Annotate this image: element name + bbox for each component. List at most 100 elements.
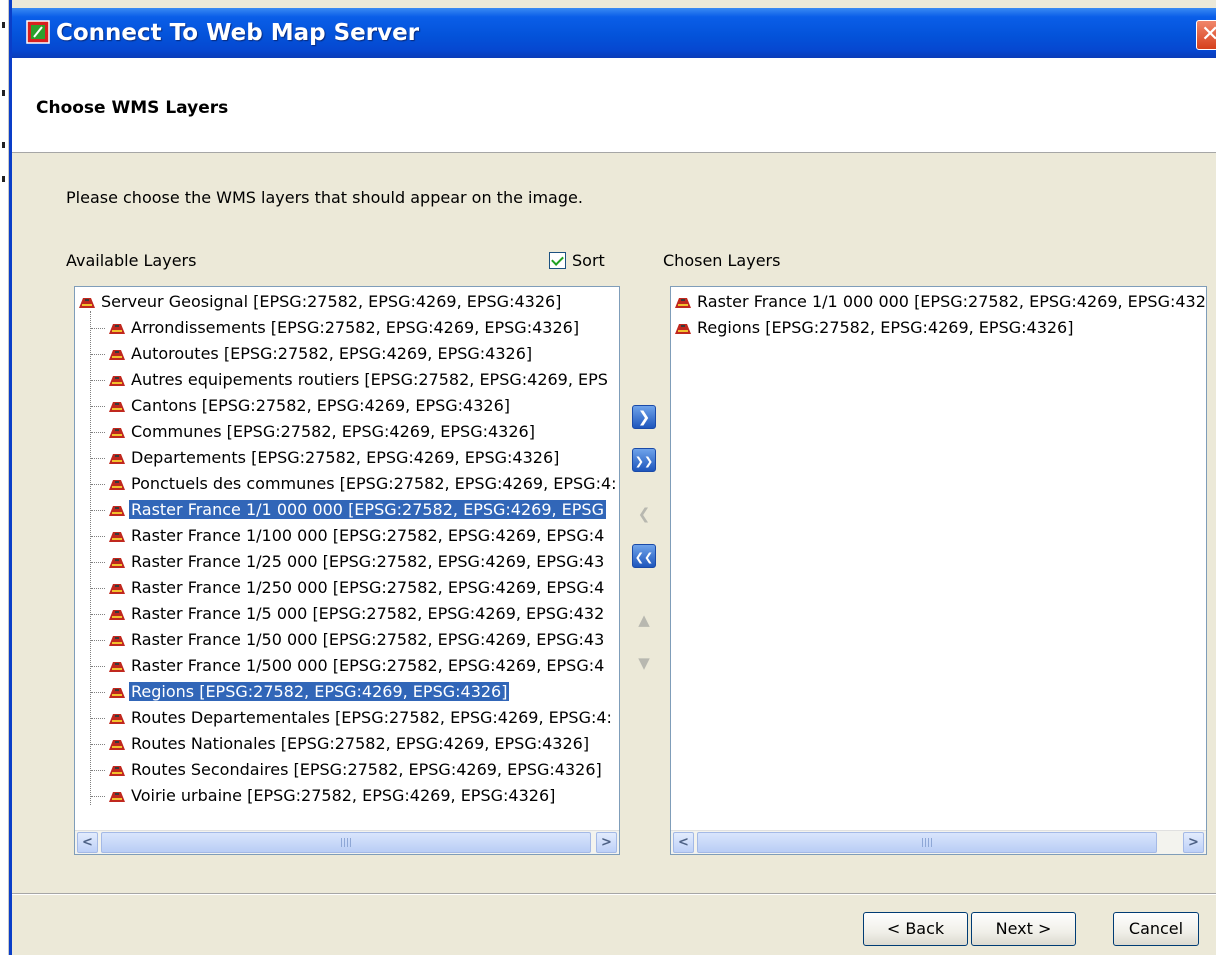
tree-item-label: Raster France 1/100 000 [EPSG:27582, EPS…	[131, 526, 605, 545]
wizard-header: Choose WMS Layers	[12, 58, 1216, 153]
tree-item[interactable]: Routes Secondaires [EPSG:27582, EPSG:426…	[107, 757, 604, 783]
list-item-label: Raster France 1/1 000 000 [EPSG:27582, E…	[697, 292, 1206, 311]
tree-item[interactable]: Routes Nationales [EPSG:27582, EPSG:4269…	[107, 731, 591, 757]
layer-icon	[109, 557, 125, 568]
move-all-right-icon: ❯❯	[634, 455, 654, 468]
tree-item-label: Raster France 1/1 000 000 [EPSG:27582, E…	[129, 500, 606, 519]
tree-item-label: Communes [EPSG:27582, EPSG:4269, EPSG:43…	[131, 422, 535, 441]
tree-item-label: Regions [EPSG:27582, EPSG:4269, EPSG:432…	[129, 682, 510, 701]
tree-item-label: Raster France 1/50 000 [EPSG:27582, EPSG…	[131, 630, 605, 649]
move-right-button[interactable]: ❯	[632, 405, 656, 429]
tree-item[interactable]: Raster France 1/100 000 [EPSG:27582, EPS…	[107, 523, 606, 549]
scrollbar-thumb[interactable]	[697, 832, 1157, 853]
tree-item[interactable]: Routes Departementales [EPSG:27582, EPSG…	[107, 705, 614, 731]
sort-label: Sort	[572, 251, 605, 270]
app-icon	[26, 20, 50, 44]
checkbox-checked-icon[interactable]	[549, 252, 566, 269]
sort-checkbox[interactable]: Sort	[549, 251, 605, 270]
scroll-left-button[interactable]: <	[673, 832, 694, 853]
move-left-icon: ❮	[637, 505, 651, 523]
horizontal-scrollbar[interactable]: < >	[671, 830, 1206, 854]
tree-item[interactable]: Raster France 1/250 000 [EPSG:27582, EPS…	[107, 575, 606, 601]
scroll-right-button[interactable]: >	[596, 832, 617, 853]
tree-item[interactable]: Raster France 1/5 000 [EPSG:27582, EPSG:…	[107, 601, 606, 627]
list-item[interactable]: Raster France 1/1 000 000 [EPSG:27582, E…	[673, 289, 1206, 315]
tree-item-label: Raster France 1/5 000 [EPSG:27582, EPSG:…	[131, 604, 605, 623]
tree-item-label: Departements [EPSG:27582, EPSG:4269, EPS…	[131, 448, 560, 467]
move-all-left-icon: ❮❮	[634, 551, 654, 564]
page-title: Choose WMS Layers	[36, 98, 229, 118]
tree-item-label: Voirie urbaine [EPSG:27582, EPSG:4269, E…	[131, 786, 556, 805]
move-up-icon: ▲	[638, 611, 650, 629]
layer-icon	[675, 297, 691, 308]
layer-icon	[109, 401, 125, 412]
move-left-button[interactable]: ❮	[632, 501, 656, 525]
chevron-right-icon: >	[601, 835, 612, 850]
tree-item[interactable]: Autres equipements routiers [EPSG:27582,…	[107, 367, 610, 393]
layer-icon	[109, 635, 125, 646]
tree-item[interactable]: Communes [EPSG:27582, EPSG:4269, EPSG:43…	[107, 419, 537, 445]
tree-item[interactable]: Raster France 1/1 000 000 [EPSG:27582, E…	[107, 497, 606, 523]
move-right-icon: ❯	[637, 408, 651, 426]
next-button[interactable]: Next >	[971, 912, 1076, 946]
layer-icon	[109, 739, 125, 750]
list-item-label: Regions [EPSG:27582, EPSG:4269, EPSG:432…	[697, 318, 1074, 337]
chosen-layers-list[interactable]: Raster France 1/1 000 000 [EPSG:27582, E…	[670, 286, 1207, 855]
horizontal-scrollbar[interactable]: < >	[75, 830, 619, 854]
available-layers-label: Available Layers	[66, 251, 197, 270]
tree-item-label: Routes Secondaires [EPSG:27582, EPSG:426…	[131, 760, 602, 779]
tree-item[interactable]: Regions [EPSG:27582, EPSG:4269, EPSG:432…	[107, 679, 510, 705]
layer-icon	[109, 505, 125, 516]
layer-icon	[109, 349, 125, 360]
back-button[interactable]: < Back	[863, 912, 968, 946]
tree-item[interactable]: Departements [EPSG:27582, EPSG:4269, EPS…	[107, 445, 561, 471]
chosen-layers-label: Chosen Layers	[663, 251, 781, 270]
close-button[interactable]: ✕	[1196, 20, 1216, 50]
layer-icon	[109, 479, 125, 490]
layer-icon	[109, 713, 125, 724]
layer-icon	[109, 427, 125, 438]
dialog-window: Connect To Web Map Server ✕ Choose WMS L…	[9, 0, 1216, 955]
close-icon: ✕	[1201, 22, 1216, 47]
tree-item[interactable]: Raster France 1/500 000 [EPSG:27582, EPS…	[107, 653, 606, 679]
tree-item[interactable]: Raster France 1/25 000 [EPSG:27582, EPSG…	[107, 549, 606, 575]
scroll-right-button[interactable]: >	[1183, 832, 1204, 853]
layer-icon	[109, 323, 125, 334]
tree-item[interactable]: Raster France 1/50 000 [EPSG:27582, EPSG…	[107, 627, 606, 653]
tree-item-label: Arrondissements [EPSG:27582, EPSG:4269, …	[131, 318, 580, 337]
move-down-button[interactable]: ▼	[632, 650, 656, 674]
tree-item-label: Cantons [EPSG:27582, EPSG:4269, EPSG:432…	[131, 396, 511, 415]
tree-item[interactable]: Autoroutes [EPSG:27582, EPSG:4269, EPSG:…	[107, 341, 534, 367]
move-all-right-button[interactable]: ❯❯	[632, 448, 656, 472]
layer-icon	[109, 791, 125, 802]
layer-icon	[675, 323, 691, 334]
tree-item-label: Autoroutes [EPSG:27582, EPSG:4269, EPSG:…	[131, 344, 533, 363]
tree-item-label: Raster France 1/25 000 [EPSG:27582, EPSG…	[131, 552, 605, 571]
chevron-left-icon: <	[678, 835, 689, 850]
tree-item-label: Raster France 1/500 000 [EPSG:27582, EPS…	[131, 656, 605, 675]
tree-root[interactable]: Serveur Geosignal [EPSG:27582, EPSG:4269…	[77, 289, 563, 315]
tree-item[interactable]: Voirie urbaine [EPSG:27582, EPSG:4269, E…	[107, 783, 557, 809]
title-bar: Connect To Web Map Server ✕	[12, 8, 1216, 58]
available-layers-tree[interactable]: Serveur Geosignal [EPSG:27582, EPSG:4269…	[74, 286, 620, 855]
move-all-left-button[interactable]: ❮❮	[632, 544, 656, 568]
move-up-button[interactable]: ▲	[632, 607, 656, 631]
tree-item-label: Autres equipements routiers [EPSG:27582,…	[131, 370, 608, 389]
scroll-left-button[interactable]: <	[77, 832, 98, 853]
tree-item[interactable]: Ponctuels des communes [EPSG:27582, EPSG…	[107, 471, 619, 497]
instruction-text: Please choose the WMS layers that should…	[66, 188, 583, 207]
tree-item[interactable]: Cantons [EPSG:27582, EPSG:4269, EPSG:432…	[107, 393, 512, 419]
footer-divider	[12, 893, 1216, 895]
cancel-button[interactable]: Cancel	[1113, 912, 1199, 946]
list-item[interactable]: Regions [EPSG:27582, EPSG:4269, EPSG:432…	[673, 315, 1075, 341]
tree-item-label: Raster France 1/250 000 [EPSG:27582, EPS…	[131, 578, 605, 597]
layer-icon	[109, 453, 125, 464]
tree-item[interactable]: Arrondissements [EPSG:27582, EPSG:4269, …	[107, 315, 581, 341]
background-window-edge	[0, 0, 9, 955]
scrollbar-thumb[interactable]	[101, 832, 591, 853]
chevron-left-icon: <	[82, 835, 93, 850]
move-down-icon: ▼	[638, 654, 650, 672]
layer-icon	[79, 297, 95, 308]
layer-icon	[109, 531, 125, 542]
tree-root-label: Serveur Geosignal [EPSG:27582, EPSG:4269…	[101, 292, 562, 311]
